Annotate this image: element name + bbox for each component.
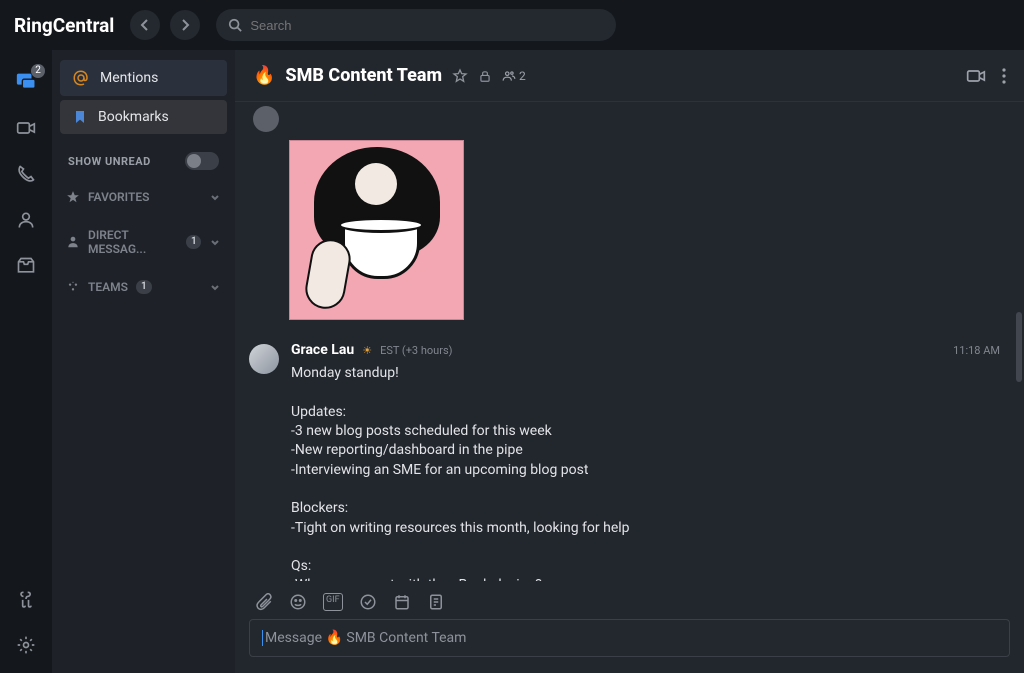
sidebar-mentions-label: Mentions bbox=[100, 70, 158, 86]
message-timezone: EST (+3 hours) bbox=[380, 344, 452, 357]
event-button[interactable] bbox=[393, 593, 411, 611]
attach-button[interactable] bbox=[255, 593, 273, 611]
person-icon bbox=[66, 235, 80, 249]
chevron-down-icon bbox=[209, 191, 221, 203]
sidebar-section-teams[interactable]: TEAMS 1 bbox=[60, 270, 227, 304]
teams-icon bbox=[66, 280, 80, 294]
message-time: 11:18 AM bbox=[953, 344, 1006, 357]
message-avatar[interactable] bbox=[249, 344, 279, 374]
rail-chat-badge: 2 bbox=[31, 64, 45, 78]
chevron-down-icon bbox=[209, 281, 221, 293]
sidebar-bookmarks-label: Bookmarks bbox=[98, 109, 169, 125]
composer-placeholder: Message 🔥 SMB Content Team bbox=[262, 630, 466, 646]
rail-video-icon[interactable] bbox=[16, 118, 36, 138]
dm-label: DIRECT MESSAG... bbox=[88, 228, 178, 256]
note-button[interactable] bbox=[427, 593, 445, 611]
image-attachment[interactable] bbox=[289, 140, 464, 320]
channel-title: SMB Content Team bbox=[285, 65, 442, 86]
task-button[interactable] bbox=[359, 593, 377, 611]
dm-count: 1 bbox=[186, 235, 201, 249]
sidebar-section-favorites[interactable]: FAVORITES bbox=[60, 180, 227, 214]
titlebar: RingCentral bbox=[0, 0, 1024, 50]
sidebar-bookmarks[interactable]: Bookmarks bbox=[60, 100, 227, 134]
content-pane: 🔥 SMB Content Team 2 bbox=[235, 50, 1024, 673]
sidebar-mentions[interactable]: Mentions bbox=[60, 60, 227, 96]
search-input[interactable] bbox=[250, 18, 604, 33]
message-row: Grace Lau ☀ EST (+3 hours) 11:18 AM Mond… bbox=[249, 342, 1006, 581]
start-video-button[interactable] bbox=[966, 66, 986, 86]
teams-count: 1 bbox=[136, 280, 152, 294]
status-icon: ☀ bbox=[362, 344, 372, 357]
search-box[interactable] bbox=[216, 9, 616, 41]
bookmark-icon bbox=[72, 109, 88, 125]
sidebar: Mentions Bookmarks SHOW UNREAD FAVORITES bbox=[52, 50, 235, 673]
composer-area: GIF Message 🔥 SMB Content Team bbox=[235, 581, 1024, 673]
brand-logo: RingCentral bbox=[14, 14, 114, 37]
message-author[interactable]: Grace Lau bbox=[291, 342, 354, 358]
favorite-channel-button[interactable] bbox=[452, 68, 468, 84]
chat-body: Grace Lau ☀ EST (+3 hours) 11:18 AM Mond… bbox=[235, 102, 1024, 581]
channel-header: 🔥 SMB Content Team 2 bbox=[235, 50, 1024, 102]
channel-members[interactable]: 2 bbox=[502, 69, 526, 83]
favorites-label: FAVORITES bbox=[88, 190, 149, 204]
gif-button[interactable]: GIF bbox=[323, 593, 343, 611]
rail-apps-icon[interactable] bbox=[16, 589, 36, 609]
sidebar-section-dm[interactable]: DIRECT MESSAG... 1 bbox=[60, 218, 227, 266]
nav-forward-button[interactable] bbox=[170, 10, 200, 40]
chevron-down-icon bbox=[209, 236, 221, 248]
rail-settings-icon[interactable] bbox=[16, 635, 36, 655]
scrollbar-thumb[interactable] bbox=[1016, 312, 1022, 382]
show-unread-toggle[interactable] bbox=[185, 152, 219, 170]
message-body: Monday standup! Updates: -3 new blog pos… bbox=[291, 364, 1006, 581]
at-icon bbox=[72, 69, 90, 87]
nav-back-button[interactable] bbox=[130, 10, 160, 40]
member-count: 2 bbox=[519, 69, 526, 83]
nav-rail: 2 bbox=[0, 50, 52, 673]
rail-phone-icon[interactable] bbox=[16, 164, 36, 184]
message-composer[interactable]: Message 🔥 SMB Content Team bbox=[249, 619, 1010, 657]
channel-emoji: 🔥 bbox=[253, 65, 275, 86]
rail-contacts-icon[interactable] bbox=[16, 210, 36, 230]
teams-label: TEAMS bbox=[88, 280, 128, 294]
prev-message-avatar[interactable] bbox=[253, 106, 279, 132]
more-options-button[interactable] bbox=[1002, 68, 1006, 84]
emoji-button[interactable] bbox=[289, 593, 307, 611]
star-icon bbox=[66, 190, 80, 204]
search-icon bbox=[228, 18, 242, 32]
lock-icon bbox=[478, 69, 492, 83]
rail-inbox-icon[interactable] bbox=[16, 256, 36, 276]
show-unread-label: SHOW UNREAD bbox=[68, 155, 151, 168]
rail-chat-icon[interactable]: 2 bbox=[15, 70, 37, 92]
